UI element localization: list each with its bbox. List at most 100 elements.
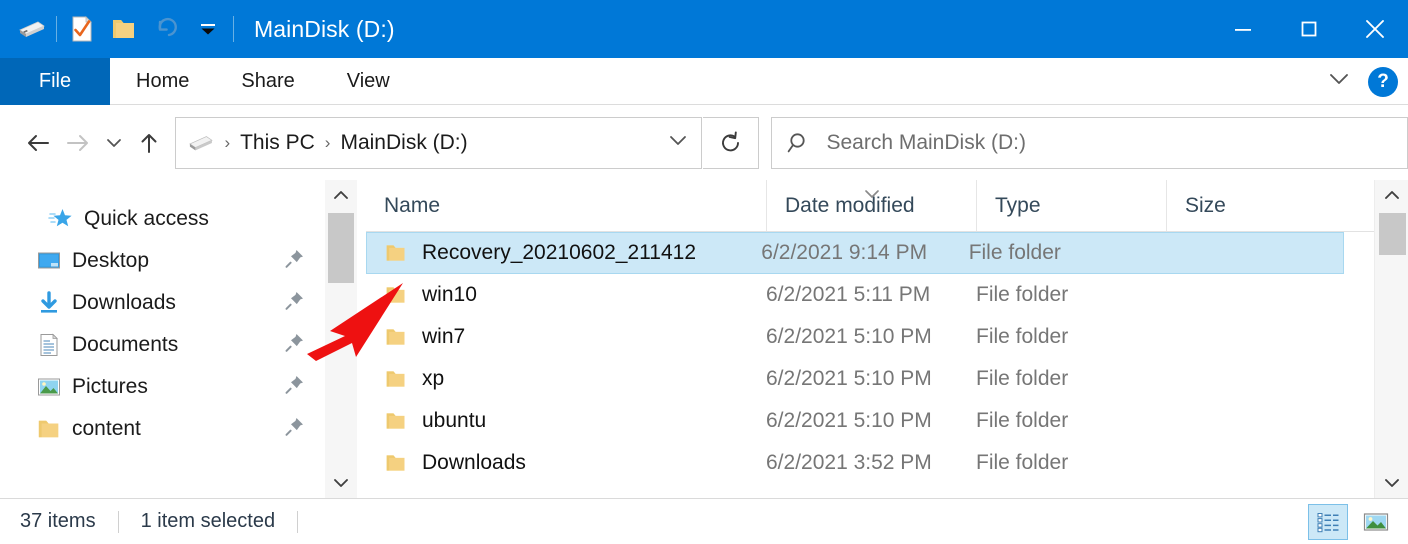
scroll-up-arrow-icon[interactable] <box>325 180 357 210</box>
address-dropdown-chevron-icon[interactable] <box>665 130 691 155</box>
toolbar-divider <box>56 16 57 42</box>
file-name-label: xp <box>422 367 444 391</box>
navigation-pane-scrollbar[interactable] <box>325 180 357 498</box>
tab-file[interactable]: File <box>0 58 110 105</box>
scrollbar-thumb[interactable] <box>328 213 354 283</box>
tab-home[interactable]: Home <box>110 58 215 105</box>
up-button[interactable] <box>129 120 169 166</box>
file-date-cell: 6/2/2021 5:11 PM <box>766 283 976 307</box>
scroll-down-arrow-icon[interactable] <box>325 468 357 498</box>
search-icon <box>786 130 812 156</box>
sidebar-item-documents[interactable]: Documents <box>0 324 322 366</box>
sidebar-item-label: Quick access <box>84 207 209 231</box>
column-header-row: Name Date modified Type Size <box>366 180 1374 232</box>
window-title: MainDisk (D:) <box>254 16 395 43</box>
file-name-label: Recovery_20210602_211412 <box>422 241 696 265</box>
sidebar-item-label: Desktop <box>72 249 149 273</box>
status-divider <box>118 511 119 533</box>
folder-icon <box>384 242 408 264</box>
file-name-cell: ubuntu <box>366 409 766 433</box>
tab-share[interactable]: Share <box>215 58 320 105</box>
sidebar-item-desktop[interactable]: Desktop <box>0 240 322 282</box>
drive-icon[interactable] <box>10 8 52 50</box>
minimize-button[interactable] <box>1210 0 1276 58</box>
toolbar-divider-2 <box>233 16 234 42</box>
address-bar[interactable]: › This PC › MainDisk (D:) <box>175 117 701 169</box>
column-header-date-modified[interactable]: Date modified <box>766 180 976 231</box>
table-row[interactable]: Downloads 6/2/2021 3:52 PM File folder <box>366 442 1374 484</box>
column-header-label: Type <box>995 194 1041 218</box>
file-name-label: ubuntu <box>422 409 486 433</box>
column-header-label: Size <box>1185 194 1226 218</box>
folder-icon <box>384 284 408 306</box>
refresh-button[interactable] <box>703 117 760 169</box>
breadcrumb-separator-1[interactable]: › <box>325 133 331 153</box>
breadcrumb-item-maindisk[interactable]: MainDisk (D:) <box>340 131 467 155</box>
pin-icon[interactable] <box>284 416 306 443</box>
help-glyph: ? <box>1377 71 1389 93</box>
help-icon[interactable]: ? <box>1368 67 1398 97</box>
address-bar-row: › This PC › MainDisk (D:) <box>0 105 1408 180</box>
file-list-pane: Name Date modified Type Size <box>366 180 1374 498</box>
file-date-cell: 6/2/2021 9:14 PM <box>761 241 968 265</box>
pin-icon[interactable] <box>284 290 306 317</box>
details-view-button[interactable] <box>1308 504 1348 540</box>
breadcrumb-separator-0[interactable]: › <box>224 133 230 153</box>
column-header-type[interactable]: Type <box>976 180 1166 231</box>
back-button[interactable] <box>18 120 58 166</box>
sidebar-item-pictures[interactable]: Pictures <box>0 366 322 408</box>
breadcrumb-item-this-pc[interactable]: This PC <box>240 131 315 155</box>
recent-locations-chevron-icon[interactable] <box>98 120 129 166</box>
documents-icon <box>34 332 64 358</box>
column-header-name[interactable]: Name <box>366 180 766 231</box>
file-list-scrollbar[interactable] <box>1374 180 1408 498</box>
file-name-cell: Recovery_20210602_211412 <box>366 241 761 265</box>
tab-view[interactable]: View <box>321 58 416 105</box>
table-row[interactable]: Recovery_20210602_211412 6/2/2021 9:14 P… <box>366 232 1344 274</box>
pin-icon[interactable] <box>284 374 306 401</box>
sidebar-item-quick-access[interactable]: Quick access <box>0 198 322 240</box>
table-row[interactable]: ubuntu 6/2/2021 5:10 PM File folder <box>366 400 1374 442</box>
forward-button <box>58 120 98 166</box>
file-name-label: Downloads <box>422 451 526 475</box>
file-explorer-window: MainDisk (D:) File Home Share View <box>0 0 1408 544</box>
ribbon-tab-strip: File Home Share View ? <box>0 58 1408 105</box>
customize-chevron-icon[interactable] <box>187 8 229 50</box>
sidebar-item-downloads[interactable]: Downloads <box>0 282 322 324</box>
status-bar: 37 items 1 item selected <box>0 498 1408 544</box>
file-name-cell: win10 <box>366 283 766 307</box>
file-name-cell: xp <box>366 367 766 391</box>
folder-icon <box>384 452 408 474</box>
undo-icon <box>145 8 187 50</box>
large-icons-view-button[interactable] <box>1356 504 1396 540</box>
properties-icon[interactable] <box>61 8 103 50</box>
scroll-down-arrow-icon[interactable] <box>1375 468 1408 498</box>
sort-descending-icon <box>861 182 883 206</box>
address-drive-icon <box>186 132 214 154</box>
sidebar-item-label: Downloads <box>72 291 176 315</box>
sidebar-item-content[interactable]: content <box>0 408 322 450</box>
file-date-cell: 6/2/2021 3:52 PM <box>766 451 976 475</box>
search-input[interactable]: Search MainDisk (D:) <box>826 131 1026 155</box>
table-row[interactable]: win7 6/2/2021 5:10 PM File folder <box>366 316 1374 358</box>
ribbon-right-controls: ? <box>1324 58 1398 105</box>
maximize-button[interactable] <box>1276 0 1342 58</box>
star-icon <box>46 206 76 232</box>
scroll-up-arrow-icon[interactable] <box>1375 180 1408 210</box>
folder-icon <box>384 368 408 390</box>
new-folder-icon[interactable] <box>103 8 145 50</box>
search-box[interactable]: Search MainDisk (D:) <box>771 117 1408 169</box>
close-button[interactable] <box>1342 0 1408 58</box>
pin-icon[interactable] <box>284 248 306 275</box>
column-header-label: Date modified <box>785 194 915 218</box>
table-row[interactable]: xp 6/2/2021 5:10 PM File folder <box>366 358 1374 400</box>
table-row[interactable]: win10 6/2/2021 5:11 PM File folder <box>366 274 1374 316</box>
downloads-icon <box>34 290 64 316</box>
explorer-body: Quick access Desktop <box>0 180 1408 498</box>
expand-ribbon-chevron-icon[interactable] <box>1324 68 1354 95</box>
column-header-size[interactable]: Size <box>1166 180 1356 231</box>
scrollbar-thumb[interactable] <box>1379 213 1406 255</box>
file-name-label: win10 <box>422 283 477 307</box>
file-type-cell: File folder <box>969 241 1157 265</box>
pin-icon[interactable] <box>284 332 306 359</box>
